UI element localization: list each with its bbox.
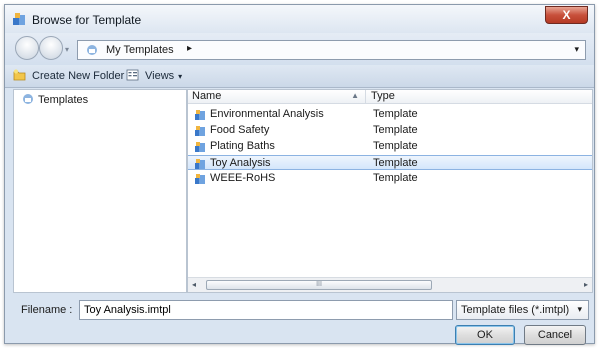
list-item[interactable]: Food Safety Template [188,123,592,138]
ok-button[interactable]: OK [455,325,515,345]
new-folder-icon [13,69,26,81]
title-bar: Browse for Template X [5,5,594,33]
browse-template-dialog: Browse for Template X ▾ My Templates ▸ ▾… [4,4,595,345]
create-new-folder-label: Create New Folder [32,70,125,82]
column-header: Name ▲ Type [188,90,592,104]
templates-folder-icon [87,45,97,55]
file-name: Food Safety [210,124,270,136]
filename-input[interactable] [79,300,453,320]
file-name: Plating Baths [210,140,275,152]
dialog-title: Browse for Template [32,13,142,27]
template-file-icon [195,174,205,184]
column-type-label: Type [371,90,395,102]
views-icon [126,69,139,81]
folder-tree: Templates [13,89,187,293]
views-caret-icon: ▾ [178,72,183,81]
scroll-left-icon[interactable]: ◂ [192,280,196,289]
template-file-icon [195,159,205,169]
column-type-header[interactable]: Type [367,90,593,104]
forward-button[interactable] [39,36,63,60]
chevron-down-icon: ▾ [577,304,582,314]
template-file-icon [195,110,205,120]
file-list: Name ▲ Type Environmental Analysis Templ… [187,89,593,293]
column-name-label: Name [192,90,222,102]
tree-item-label: Templates [38,94,89,106]
close-icon: X [562,8,571,22]
scroll-thumb[interactable]: III [206,280,432,290]
tree-item-templates[interactable]: Templates [22,93,88,106]
list-item[interactable]: WEEE-RoHS Template [188,171,592,186]
template-file-icon [195,126,205,136]
breadcrumb-arrow-icon[interactable]: ▸ [187,43,192,54]
sort-ascending-icon: ▲ [351,91,359,100]
file-type: Template [373,172,418,184]
toolbar: Create New Folder Views ▾ [5,65,594,88]
address-row: ▾ My Templates ▸ ▾ [5,33,594,65]
cancel-button[interactable]: Cancel [524,325,586,345]
list-item-selected[interactable]: Toy Analysis Template [188,155,592,170]
views-button[interactable]: Views ▾ [126,69,182,82]
file-name: Toy Analysis [210,157,271,169]
column-name-header[interactable]: Name ▲ [188,90,366,104]
list-item[interactable]: Plating Baths Template [188,139,592,154]
views-label: Views [145,70,175,82]
file-type: Template [373,140,418,152]
close-button[interactable]: X [545,6,588,24]
back-button[interactable] [15,36,39,60]
recent-pages-dropdown[interactable]: ▾ [65,45,69,54]
file-name: Environmental Analysis [210,108,324,120]
file-type: Template [373,108,418,120]
templates-folder-icon [23,94,33,104]
dialog-footer: Filename : Template files (*.imtpl) ▾ OK… [5,293,594,345]
address-bar[interactable]: My Templates ▸ ▾ [77,40,586,60]
template-icon [13,13,25,25]
address-dropdown-icon[interactable]: ▾ [574,44,579,55]
horizontal-scrollbar[interactable]: ◂ III ▸ [188,277,592,292]
file-type: Template [373,124,418,136]
file-name: WEEE-RoHS [210,172,276,184]
scroll-right-icon[interactable]: ▸ [584,280,588,289]
address-location: My Templates [106,44,174,56]
filename-label: Filename : [21,304,73,316]
list-item[interactable]: Environmental Analysis Template [188,107,592,122]
file-type-value: Template files (*.imtpl) [461,304,570,316]
template-file-icon [195,142,205,152]
file-type: Template [373,157,418,169]
file-type-select[interactable]: Template files (*.imtpl) ▾ [456,300,589,320]
create-new-folder-button[interactable]: Create New Folder [13,69,124,82]
scroll-grip-icon: III [316,281,322,288]
